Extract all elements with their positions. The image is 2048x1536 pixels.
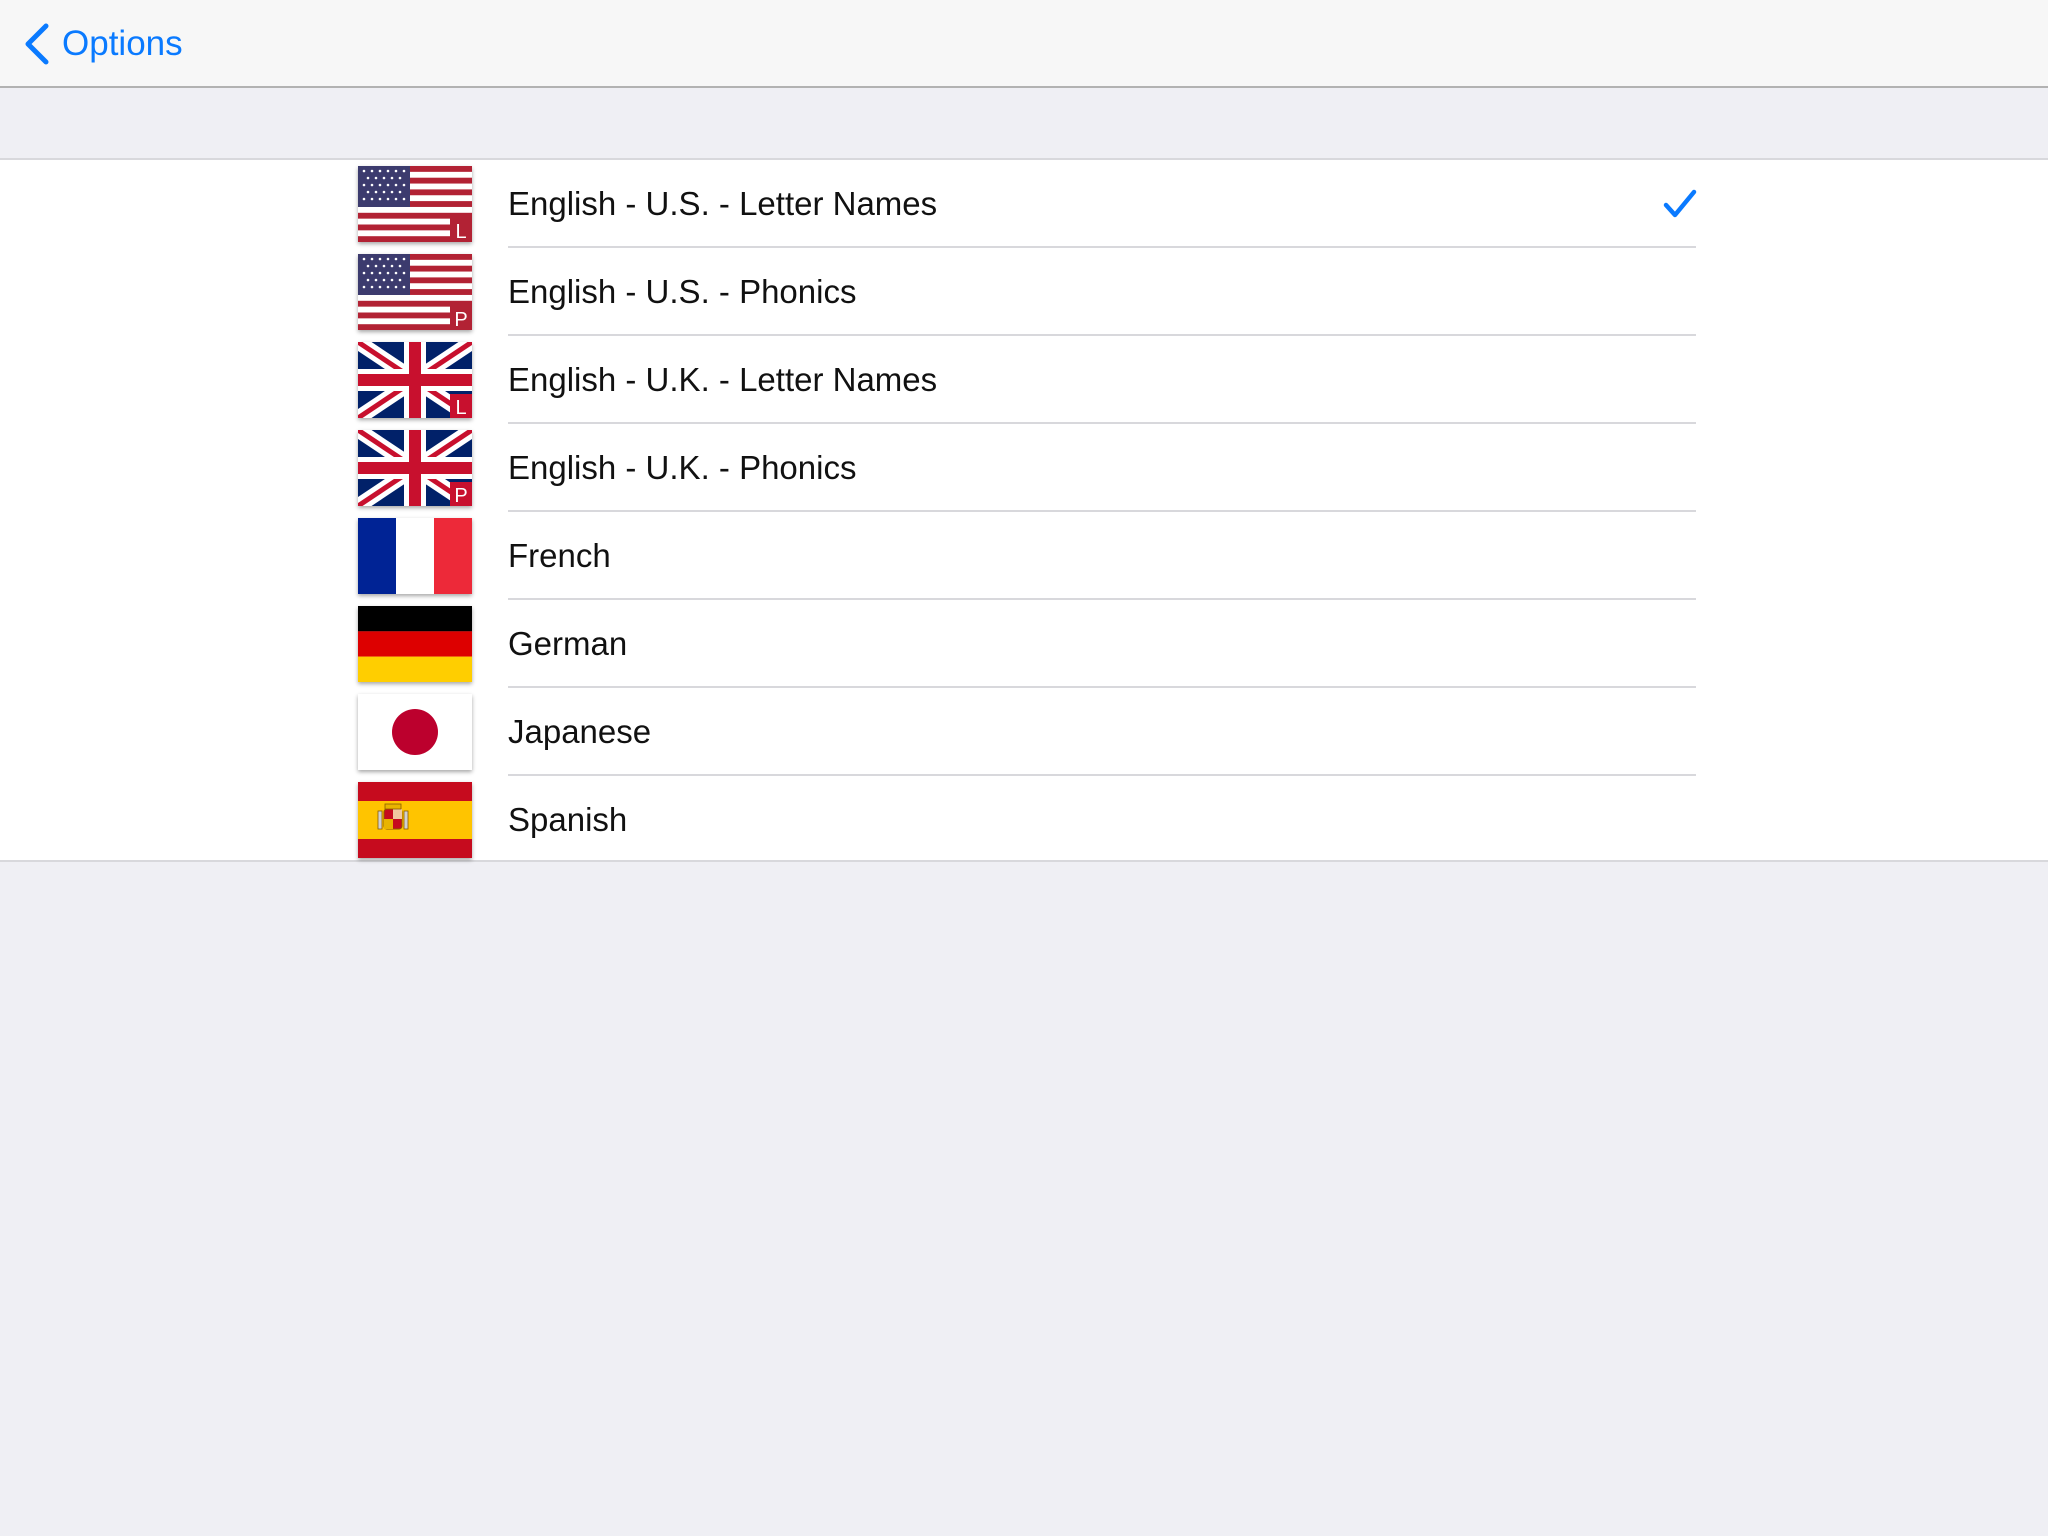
flag-badge: P xyxy=(454,485,467,506)
us-flag-icon: P xyxy=(358,254,472,330)
language-row-spanish[interactable]: Spanish xyxy=(0,776,2048,864)
language-label: German xyxy=(508,625,628,662)
language-label: French xyxy=(508,537,611,574)
chevron-left-icon xyxy=(25,23,49,65)
language-row-german[interactable]: German xyxy=(0,600,2048,688)
language-label: English - U.S. - Phonics xyxy=(508,273,857,310)
uk-flag-icon: L xyxy=(358,342,472,418)
flag-badge: L xyxy=(455,397,466,418)
uk-flag-icon: P xyxy=(358,430,472,506)
language-label: Spanish xyxy=(508,801,628,838)
back-button[interactable]: Options xyxy=(22,20,183,68)
checkmark-icon xyxy=(1663,189,1697,218)
language-label: English - U.K. - Phonics xyxy=(508,449,857,486)
language-list: L English - U.S. - Letter Names P Englis… xyxy=(0,158,2048,862)
navigation-bar: Options xyxy=(0,0,2048,88)
france-flag-icon xyxy=(358,518,472,594)
language-row-french[interactable]: French xyxy=(0,512,2048,600)
us-flag-icon: L xyxy=(358,166,472,242)
language-row-english-us-phonics[interactable]: P English - U.S. - Phonics xyxy=(0,248,2048,336)
back-button-label: Options xyxy=(62,24,183,63)
language-row-english-us-letter-names[interactable]: L English - U.S. - Letter Names xyxy=(0,160,2048,248)
language-label: English - U.S. - Letter Names xyxy=(508,185,938,222)
language-label: Japanese xyxy=(508,713,652,750)
language-row-english-uk-letter-names[interactable]: L English - U.K. - Letter Names xyxy=(0,336,2048,424)
flag-badge: P xyxy=(454,309,467,330)
flag-badge: L xyxy=(455,221,466,242)
spain-flag-icon xyxy=(358,782,472,858)
language-label: English - U.K. - Letter Names xyxy=(508,361,938,398)
japan-flag-icon xyxy=(358,694,472,770)
germany-flag-icon xyxy=(358,606,472,682)
language-row-japanese[interactable]: Japanese xyxy=(0,688,2048,776)
language-row-english-uk-phonics[interactable]: P English - U.K. - Phonics xyxy=(0,424,2048,512)
